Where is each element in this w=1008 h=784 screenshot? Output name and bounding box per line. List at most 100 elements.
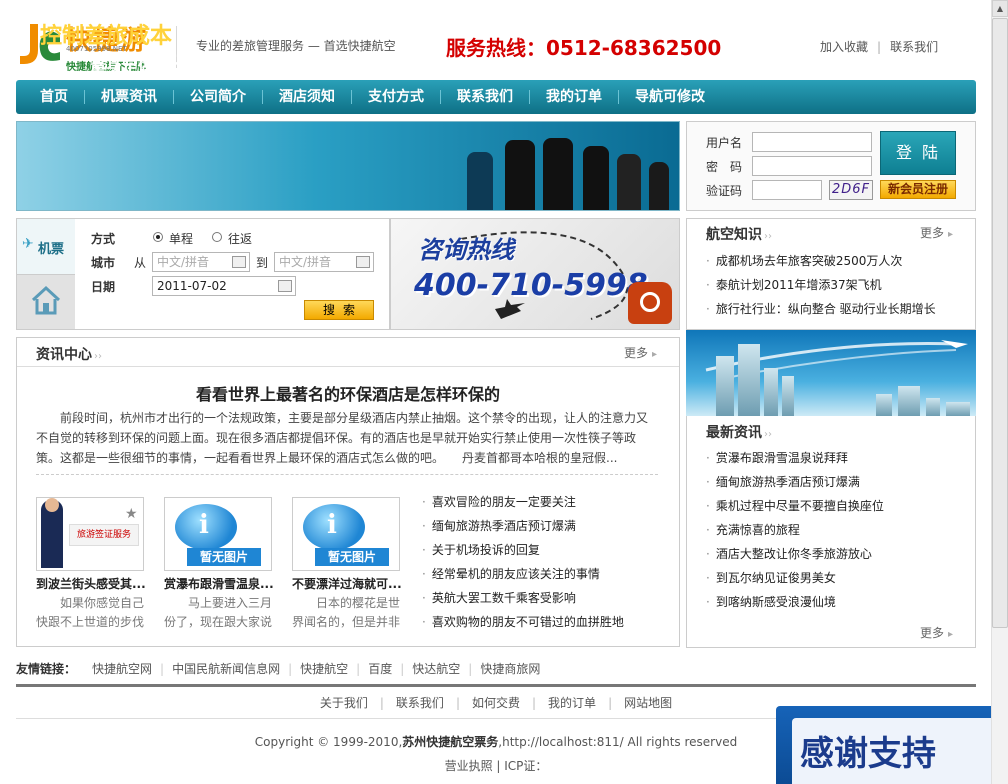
footer-divider (16, 684, 976, 687)
from-city-input[interactable]: 中文/拼音 (152, 252, 250, 272)
city-picker-icon[interactable] (232, 256, 246, 268)
news-list-item[interactable]: 喜欢购物的朋友不可错过的血拼胜地 (422, 613, 624, 630)
latest-news-item[interactable]: 赏瀑布跟滑雪温泉说拜拜 (706, 449, 848, 466)
footer-link-orders[interactable]: 我的订单 (548, 696, 596, 710)
nav-item-contact[interactable]: 联系我们 (441, 90, 530, 104)
register-button[interactable]: 新会员注册 (880, 180, 956, 199)
service-hotline: 服务热线：0512-68362500 (446, 36, 722, 60)
news-list-item[interactable]: 关于机场投诉的回复 (422, 541, 540, 558)
latest-news-item[interactable]: 到喀纳斯感受浪漫仙境 (706, 593, 836, 610)
building (716, 356, 734, 416)
latest-news-item[interactable]: 到瓦尔纳见证俊男美女 (706, 569, 836, 586)
news-list-item[interactable]: 英航大罢工数千乘客受影响 (422, 589, 576, 606)
friend-link[interactable]: 快捷商旅网 (480, 662, 540, 676)
to-city-input[interactable]: 中文/拼音 (274, 252, 374, 272)
separator: | (400, 662, 405, 676)
news-thumbnail[interactable]: i 暂无图片 (292, 497, 400, 571)
person-head (45, 498, 59, 512)
one-way-radio[interactable] (153, 232, 163, 242)
news-list-item[interactable]: 缅甸旅游热季酒店预订爆满 (422, 517, 576, 534)
password-input[interactable] (752, 156, 872, 176)
aviation-more-link[interactable]: 更多 ▸ (920, 224, 953, 241)
latest-news-item[interactable]: 酒店大整改让你冬季旅游放心 (706, 545, 872, 562)
bookmark-link[interactable]: 加入收藏 (820, 40, 868, 54)
latest-news-item[interactable]: 充满惊喜的旅程 (706, 521, 800, 538)
latest-news-title-text: 最新资讯 (706, 425, 762, 441)
nav-item-ticket-news[interactable]: 机票资讯 (85, 90, 174, 104)
friend-link[interactable]: 百度 (368, 662, 392, 676)
businessman-figure (467, 152, 493, 210)
chevron-right-icon: ▸ (948, 629, 954, 640)
copyright-suffix: ,http://localhost:811/ All rights reserv… (498, 735, 738, 749)
news-center-title: 资讯中心 ›› (36, 344, 102, 364)
business-banner[interactable] (16, 121, 680, 211)
businessman-figure (649, 162, 669, 210)
banner-subline-a: 量身定做 (90, 57, 155, 76)
news-thumbnail[interactable]: i 暂无图片 (164, 497, 272, 571)
captcha-image[interactable]: 2D6F (829, 180, 873, 200)
aviation-list-item[interactable]: 成都机场去年旅客突破2500万人次 (706, 252, 903, 269)
latest-more-link[interactable]: 更多 ▸ (920, 624, 953, 641)
no-image-label: 暂无图片 (187, 548, 261, 566)
headline-article-title[interactable]: 看看世界上最著名的环保酒店是怎样环保的 (16, 381, 680, 405)
nav-item-editable[interactable]: 导航可修改 (619, 90, 721, 104)
title-dots: ›› (94, 351, 102, 362)
ticket-tab-label: 机票 (38, 242, 65, 257)
city-label: 城市 (91, 256, 116, 270)
city-skyline-image[interactable] (686, 330, 976, 416)
captcha-input[interactable] (752, 180, 822, 200)
username-label: 用户名 (706, 136, 743, 150)
thumbnail-title[interactable]: 赏瀑布跟滑雪温泉... (164, 575, 276, 592)
title-dots: ›› (764, 429, 772, 440)
footer-link-sitemap[interactable]: 网站地图 (624, 696, 672, 710)
building (898, 386, 920, 416)
aviation-list-item[interactable]: 泰航计划2011年增添37架飞机 (706, 276, 882, 293)
thumbnail-title[interactable]: 到波兰街头感受其... (36, 575, 148, 592)
separator: | (532, 696, 537, 710)
separator: | (288, 662, 293, 676)
thumbnail-title[interactable]: 不要漂洋过海就可... (292, 575, 404, 592)
chevron-right-icon: ▸ (652, 349, 658, 360)
scroll-up-arrow-icon[interactable]: ▲ (992, 0, 1008, 17)
footer-link-payment[interactable]: 如何交费 (472, 696, 520, 710)
aviation-list-item[interactable]: 旅行社行业：纵向整合 驱动行业长期增长 (706, 300, 936, 317)
banner-subline-b: 差旅管理 (154, 50, 251, 78)
latest-news-item[interactable]: 乘机过程中尽量不要擅自换座位 (706, 497, 884, 514)
star-icon: ★ (125, 506, 138, 522)
businessman-figure (543, 138, 573, 210)
news-list-item[interactable]: 经常晕机的朋友应该关注的事情 (422, 565, 600, 582)
nav-item-about[interactable]: 公司简介 (174, 90, 263, 104)
username-input[interactable] (752, 132, 872, 152)
to-city-placeholder: 中文/拼音 (279, 255, 332, 269)
floating-support-text: 感谢支持 (800, 734, 936, 774)
latest-news-item[interactable]: 缅甸旅游热季酒店预订爆满 (706, 473, 860, 490)
nav-item-my-orders[interactable]: 我的订单 (530, 90, 619, 104)
news-thumbnail[interactable]: 旅游签证服务 ★ (36, 497, 144, 571)
news-center-more-link[interactable]: 更多 ▸ (624, 344, 657, 361)
top-links-separator: | (877, 40, 882, 54)
round-trip-label: 往返 (228, 232, 253, 246)
nav-item-payment[interactable]: 支付方式 (352, 90, 441, 104)
calendar-icon[interactable] (278, 280, 292, 292)
poster-text: 旅游签证服务 (69, 524, 139, 546)
search-button[interactable]: 搜索 (304, 300, 374, 320)
separator: | (379, 696, 384, 710)
news-list-item[interactable]: 喜欢冒险的朋友一定要关注 (422, 493, 576, 510)
friend-link[interactable]: 快达航空 (412, 662, 460, 676)
friend-link[interactable]: 中国民航新闻信息网 (172, 662, 280, 676)
scrollbar-thumb[interactable] (992, 18, 1008, 628)
date-input[interactable]: 2011-07-02 (152, 276, 296, 296)
login-button[interactable]: 登陆 (880, 131, 956, 175)
aviation-more-label: 更多 (920, 226, 945, 240)
aviation-title: 航空知识 ›› (706, 224, 772, 244)
friend-link[interactable]: 快捷航空网 (92, 662, 152, 676)
footer-link-contact[interactable]: 联系我们 (396, 696, 444, 710)
friend-link[interactable]: 快捷航空 (300, 662, 348, 676)
contact-link[interactable]: 联系我们 (890, 40, 938, 54)
nav-item-home[interactable]: 首页 (24, 90, 85, 104)
footer-link-about[interactable]: 关于我们 (320, 696, 368, 710)
city-picker-icon[interactable] (356, 256, 370, 268)
nav-item-hotel-notice[interactable]: 酒店须知 (263, 90, 352, 104)
consult-number: 400-710-5998 (414, 268, 648, 303)
round-trip-radio[interactable] (212, 232, 222, 242)
